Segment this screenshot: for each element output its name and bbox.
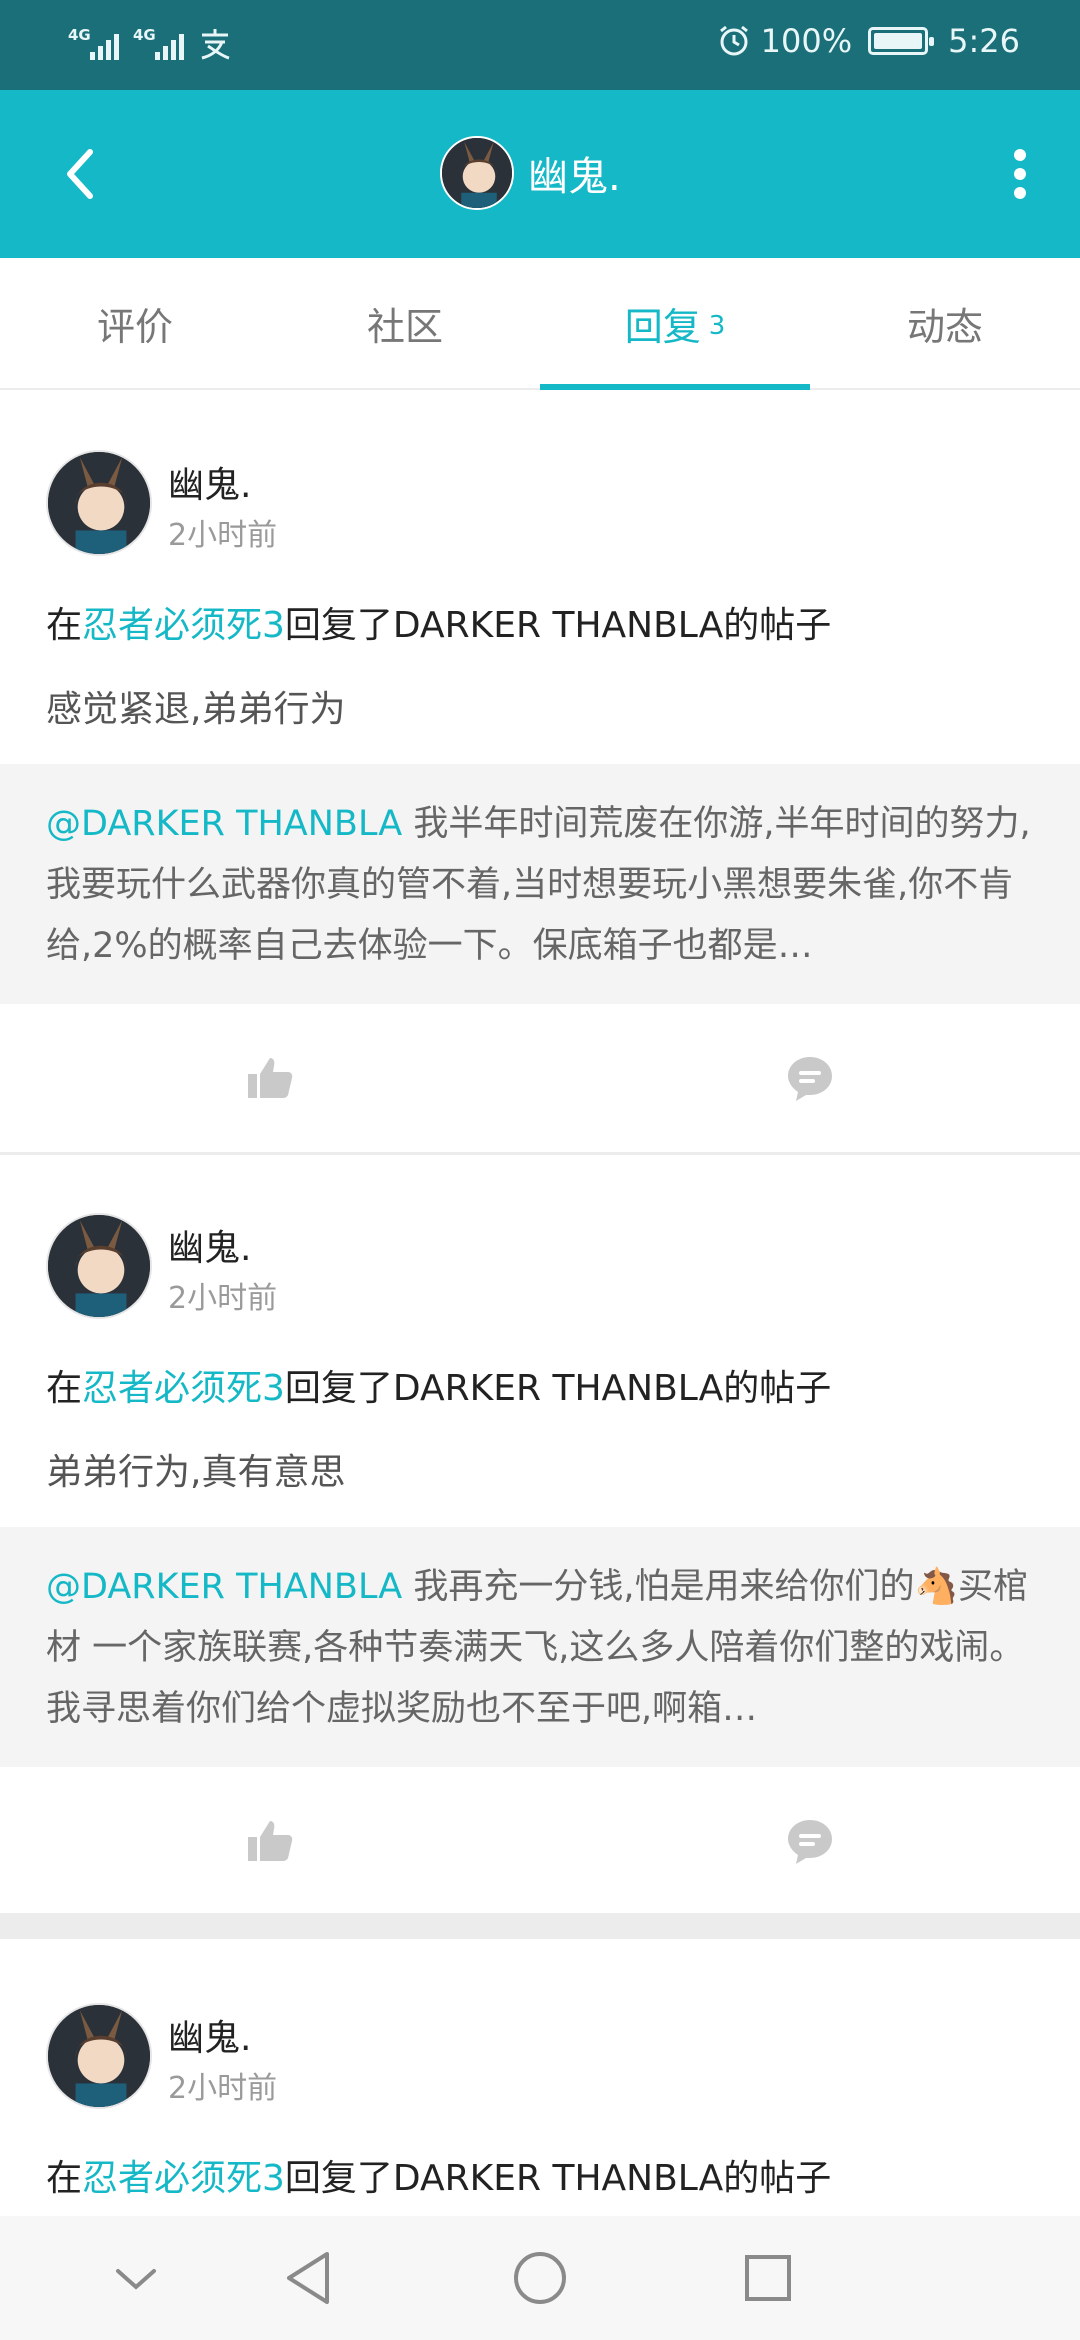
tab-activity[interactable]: 动态	[810, 258, 1080, 388]
timestamp: 2小时前	[168, 518, 278, 553]
username[interactable]: 幽鬼.	[168, 456, 251, 508]
action-suffix: 回复了DARKER THANBLA的帖子	[284, 2158, 832, 2199]
reply-card[interactable]: 幽鬼. 2小时前 在忍者必须死3回复了DARKER THANBLA的帖子	[0, 1939, 1080, 2216]
tab-reviews[interactable]: 评价	[0, 258, 270, 388]
status-right: 100% 5:26	[717, 22, 1020, 60]
avatar[interactable]	[46, 2003, 152, 2109]
more-button[interactable]	[990, 134, 1050, 214]
timestamp: 2小时前	[168, 1281, 278, 1316]
tab-bar: 评价 社区 回复 3 动态	[0, 258, 1080, 390]
reply-text: 弟弟行为,真有意思	[46, 1452, 346, 1493]
action-prefix: 在	[46, 1368, 83, 1409]
nav-recents-button[interactable]	[736, 2246, 800, 2310]
nav-back-button[interactable]	[276, 2246, 340, 2310]
action-prefix: 在	[46, 605, 83, 646]
tab-count: 3	[708, 311, 726, 341]
network-type: 4G	[133, 26, 156, 44]
more-icon	[1014, 149, 1026, 199]
thumbs-up-icon	[248, 1058, 293, 1098]
game-link[interactable]: 忍者必须死3	[82, 605, 285, 646]
comment-icon	[788, 1820, 832, 1864]
network-type: 4G	[68, 26, 91, 44]
activity-line: 在忍者必须死3回复了DARKER THANBLA的帖子	[46, 596, 831, 648]
tab-active-indicator	[540, 384, 810, 390]
alarm-icon	[719, 25, 748, 56]
mention-link[interactable]: @DARKER THANBLA	[46, 1567, 402, 1607]
alipay-icon	[201, 29, 230, 60]
reply-card[interactable]: 幽鬼. 2小时前 在忍者必须死3回复了DARKER THANBLA的帖子 弟弟行…	[0, 1155, 1080, 1913]
avatar[interactable]	[46, 450, 152, 556]
username[interactable]: 幽鬼.	[168, 1219, 251, 1271]
battery-percent: 100%	[760, 22, 853, 60]
back-triangle-icon	[287, 2252, 329, 2304]
home-circle-icon	[514, 2252, 566, 2304]
nav-home-button[interactable]	[508, 2246, 572, 2310]
action-suffix: 回复了DARKER THANBLA的帖子	[284, 605, 832, 646]
tab-community[interactable]: 社区	[270, 258, 540, 388]
comment-button[interactable]	[780, 1048, 840, 1108]
avatar-image	[442, 138, 512, 208]
collapse-icon	[116, 2269, 156, 2290]
signal-icon: 4G	[133, 26, 184, 60]
header-username: 幽鬼.	[528, 154, 621, 200]
tab-replies[interactable]: 回复 3	[540, 258, 810, 390]
collapse-nav-button[interactable]	[104, 2246, 168, 2310]
reply-text: 感觉紧退,弟弟行为	[46, 689, 346, 730]
comment-icon	[788, 1057, 832, 1101]
avatar-image	[48, 1215, 150, 1317]
timestamp: 2小时前	[168, 2071, 278, 2106]
activity-line: 在忍者必须死3回复了DARKER THANBLA的帖子	[46, 2149, 831, 2201]
action-prefix: 在	[46, 2158, 83, 2199]
tab-label: 动态	[906, 304, 983, 349]
back-icon	[67, 149, 93, 199]
battery-charging-icon	[868, 27, 935, 55]
thumbs-up-icon	[248, 1821, 293, 1861]
tab-label: 回复	[624, 304, 701, 349]
recents-square-icon	[745, 2255, 791, 2301]
mention-link[interactable]: @DARKER THANBLA	[46, 804, 402, 844]
username[interactable]: 幽鬼.	[168, 2009, 251, 2061]
like-button[interactable]	[240, 1811, 300, 1871]
like-button[interactable]	[240, 1048, 300, 1108]
action-suffix: 回复了DARKER THANBLA的帖子	[284, 1368, 832, 1409]
status-bar: 4G 4G 100% 5:26	[0, 0, 1080, 90]
game-link[interactable]: 忍者必须死3	[82, 1368, 285, 1409]
comment-button[interactable]	[780, 1811, 840, 1871]
tab-label: 社区	[366, 304, 443, 349]
status-left: 4G 4G	[68, 26, 232, 60]
avatar-image	[48, 452, 150, 554]
game-link[interactable]: 忍者必须死3	[82, 2158, 285, 2199]
quoted-post[interactable]: @DARKER THANBLA 我再充一分钱,怕是用来给你们的🐴买棺材 一个家族…	[0, 1527, 1080, 1767]
reply-card[interactable]: 幽鬼. 2小时前 在忍者必须死3回复了DARKER THANBLA的帖子 感觉紧…	[0, 392, 1080, 1152]
avatar[interactable]	[46, 1213, 152, 1319]
clock: 5:26	[948, 22, 1020, 60]
signal-icon: 4G	[68, 26, 119, 60]
tab-label: 评价	[96, 304, 173, 349]
avatar	[440, 136, 514, 210]
avatar-image	[48, 2005, 150, 2107]
header-user[interactable]: 幽鬼.	[440, 136, 621, 210]
activity-line: 在忍者必须死3回复了DARKER THANBLA的帖子	[46, 1359, 831, 1411]
system-nav-bar	[0, 2216, 1080, 2340]
back-button[interactable]	[40, 134, 120, 214]
divider	[0, 1913, 1080, 1939]
quoted-post[interactable]: @DARKER THANBLA 我半年时间荒废在你游,半年时间的努力,我要玩什么…	[0, 764, 1080, 1004]
app-header: 幽鬼.	[0, 90, 1080, 258]
